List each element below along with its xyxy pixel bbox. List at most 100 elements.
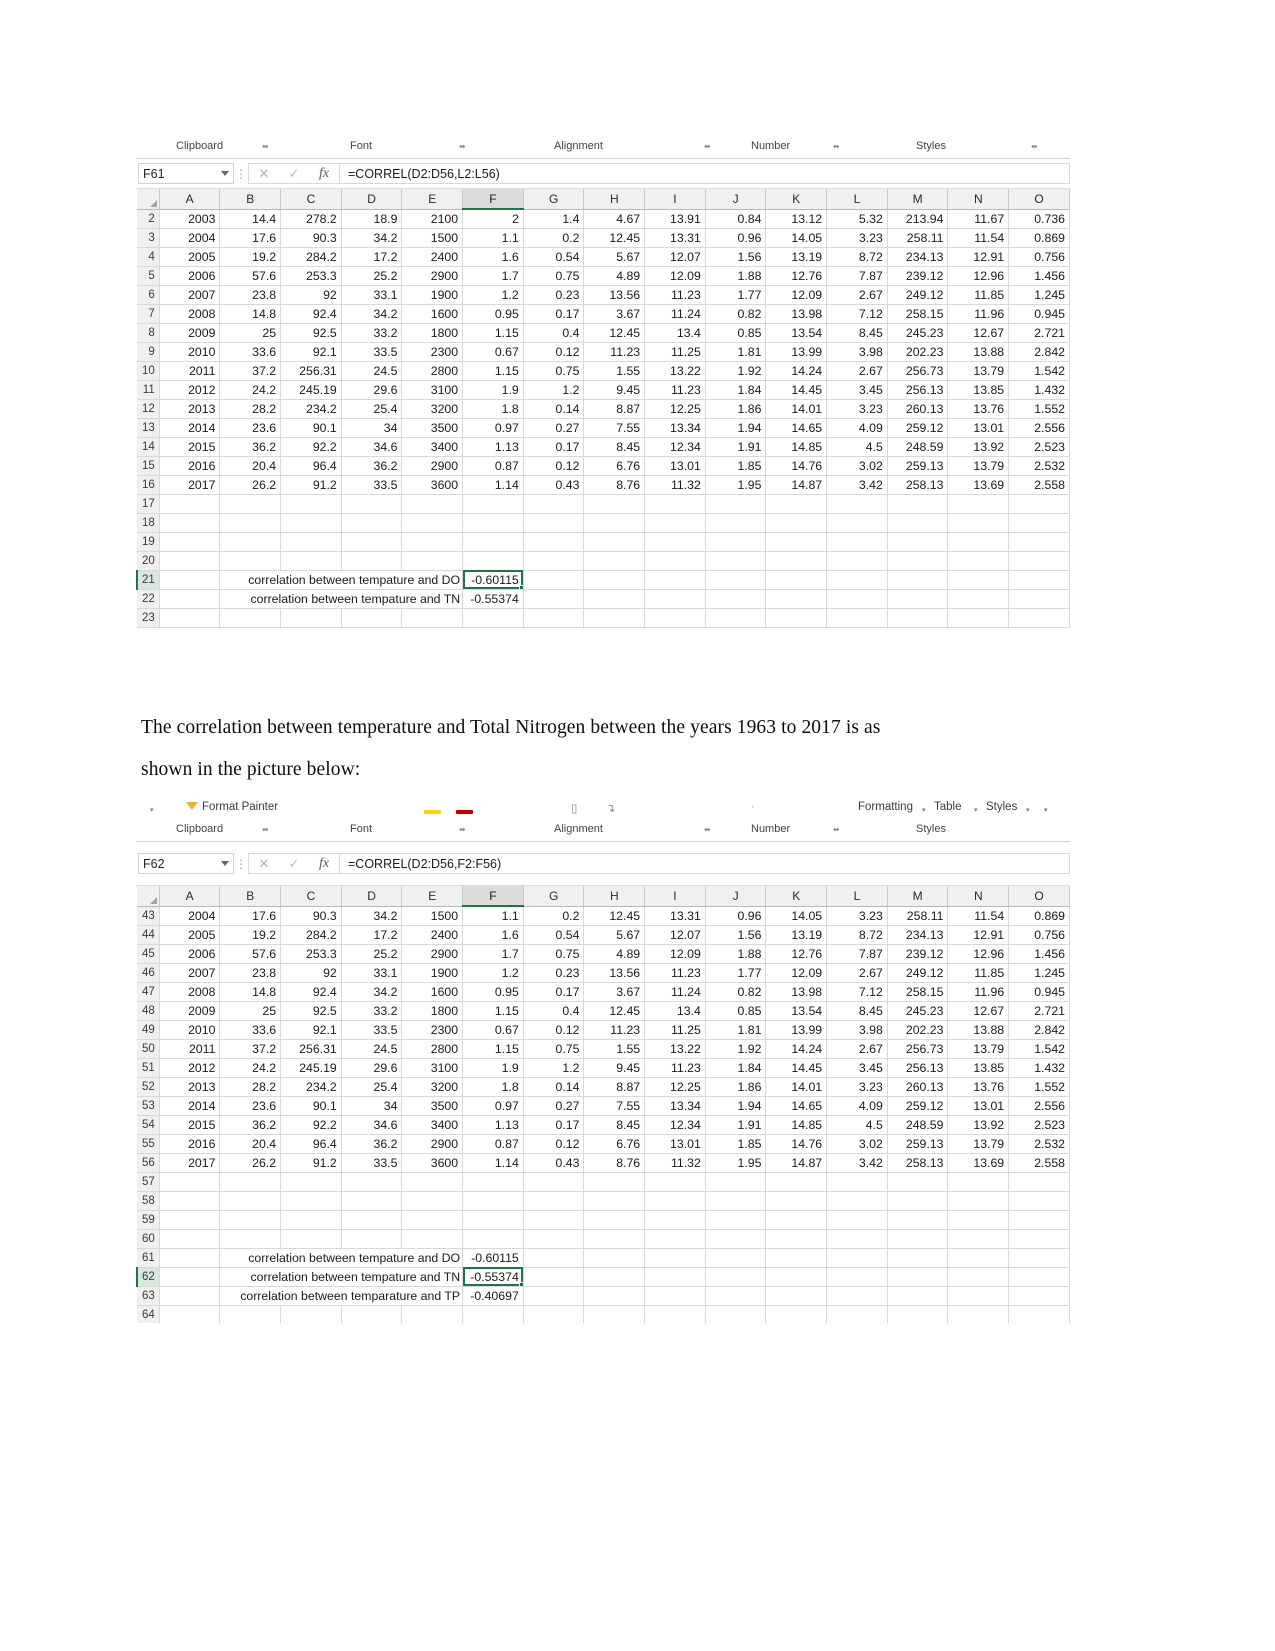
row-header[interactable]: 3 [137,228,160,248]
cell[interactable]: 13.76 [947,1077,1010,1097]
row-header[interactable]: 50 [137,1039,160,1059]
cell[interactable]: 1.81 [705,1020,767,1040]
cell[interactable] [765,570,828,590]
cell[interactable]: 13.19 [765,247,828,267]
cell[interactable]: 1.432 [1008,1058,1070,1078]
cell[interactable]: 2.523 [1008,1115,1070,1135]
cell[interactable] [644,1191,706,1211]
cell[interactable]: 0.17 [523,1115,585,1135]
cell[interactable] [1008,513,1070,533]
cell[interactable] [705,589,767,609]
cell[interactable] [523,589,585,609]
cell[interactable]: 11.32 [644,1153,706,1173]
chevron-down-icon[interactable] [221,171,229,176]
cell[interactable]: 7.87 [826,944,888,964]
cell[interactable]: 13.98 [765,304,828,324]
cell[interactable]: 12.91 [947,247,1010,267]
cell[interactable]: 8.45 [583,437,646,457]
cell[interactable]: 2.67 [826,1039,888,1059]
correlation-value[interactable]: -0.55374 [462,1267,524,1287]
number-format-icon[interactable]: · [751,801,755,813]
cell[interactable]: 12.07 [644,247,706,267]
cell[interactable]: 13.56 [583,285,646,305]
column-header-f[interactable]: F [462,189,524,210]
cell[interactable] [947,1172,1010,1192]
cell[interactable]: 24.5 [341,1039,403,1059]
cell[interactable] [341,608,403,628]
cell[interactable]: 14.01 [765,1077,828,1097]
row-header[interactable]: 20 [137,551,160,571]
cell[interactable] [401,551,464,571]
cell[interactable]: 12.67 [947,1001,1010,1021]
cell[interactable]: 12.45 [583,906,646,926]
cell[interactable]: 57.6 [219,944,282,964]
cell[interactable]: 0.2 [523,228,585,248]
cell[interactable]: 8.45 [826,1001,888,1021]
row-header[interactable]: 60 [137,1229,160,1249]
cell[interactable] [887,1305,949,1323]
cell[interactable]: 0.756 [1008,925,1070,945]
cell[interactable]: 2900 [401,266,464,286]
cell[interactable]: 2011 [159,361,221,381]
cell[interactable] [462,1172,524,1192]
cell[interactable] [583,1267,646,1287]
cell[interactable]: 245.23 [887,1001,949,1021]
cell[interactable]: 1.91 [705,1115,767,1135]
row-header[interactable]: 45 [137,944,160,964]
cell[interactable]: 13.99 [765,1020,828,1040]
cell[interactable]: 2.558 [1008,1153,1070,1173]
cell[interactable]: 2016 [159,456,221,476]
cell[interactable]: 34 [341,1096,403,1116]
cell[interactable]: 92 [280,285,342,305]
cell[interactable]: 1.95 [705,475,767,495]
cell[interactable]: 5.67 [583,247,646,267]
cell[interactable]: 24.2 [219,1058,282,1078]
cell[interactable] [341,1210,403,1230]
cell[interactable]: 11.67 [947,209,1010,229]
cell[interactable]: 25 [219,323,282,343]
cell[interactable]: 2010 [159,342,221,362]
cell[interactable]: 13.79 [947,1134,1010,1154]
cell[interactable] [826,1286,888,1306]
cell[interactable] [159,494,221,514]
cell[interactable]: 11.23 [583,1020,646,1040]
cell[interactable]: 12.96 [947,266,1010,286]
cell[interactable]: 1.1 [462,906,524,926]
correlation-label[interactable]: correlation between tempature and DO [219,1248,464,1268]
cell[interactable]: 11.23 [583,342,646,362]
cell[interactable]: 1.84 [705,1058,767,1078]
cell[interactable] [826,1305,888,1323]
cell[interactable]: 0.869 [1008,906,1070,926]
clipboard-dialog-launcher-icon[interactable]: ⬌ [262,142,269,151]
cell[interactable] [947,589,1010,609]
conditional-formatting-button[interactable]: Formatting [858,801,913,813]
cell[interactable]: 2007 [159,963,221,983]
cell[interactable]: 91.2 [280,475,342,495]
cell[interactable] [644,551,706,571]
cell[interactable]: 33.1 [341,963,403,983]
cell[interactable]: 0.12 [523,1020,585,1040]
cell[interactable] [583,589,646,609]
row-header[interactable]: 13 [137,418,160,438]
column-header-g[interactable]: G [523,189,585,210]
cell[interactable] [523,494,585,514]
cell[interactable]: 13.88 [947,342,1010,362]
cell[interactable]: 2013 [159,399,221,419]
cell[interactable]: 258.13 [887,1153,949,1173]
cell[interactable]: 258.11 [887,906,949,926]
cell[interactable] [280,608,342,628]
cell[interactable]: 1.15 [462,1039,524,1059]
cell[interactable]: 92.2 [280,1115,342,1135]
row-header[interactable]: 17 [137,494,160,514]
cell[interactable]: 2.67 [826,285,888,305]
cell[interactable]: 33.1 [341,285,403,305]
cell[interactable]: 0.23 [523,285,585,305]
cell[interactable]: 4.89 [583,266,646,286]
cell[interactable]: 1.7 [462,944,524,964]
column-header-k[interactable]: K [765,886,828,907]
alignment-dialog-launcher-icon[interactable]: ⬌ [704,142,711,151]
column-header-l[interactable]: L [826,886,888,907]
cell[interactable] [401,513,464,533]
cell[interactable] [583,1172,646,1192]
cell[interactable]: 258.15 [887,982,949,1002]
